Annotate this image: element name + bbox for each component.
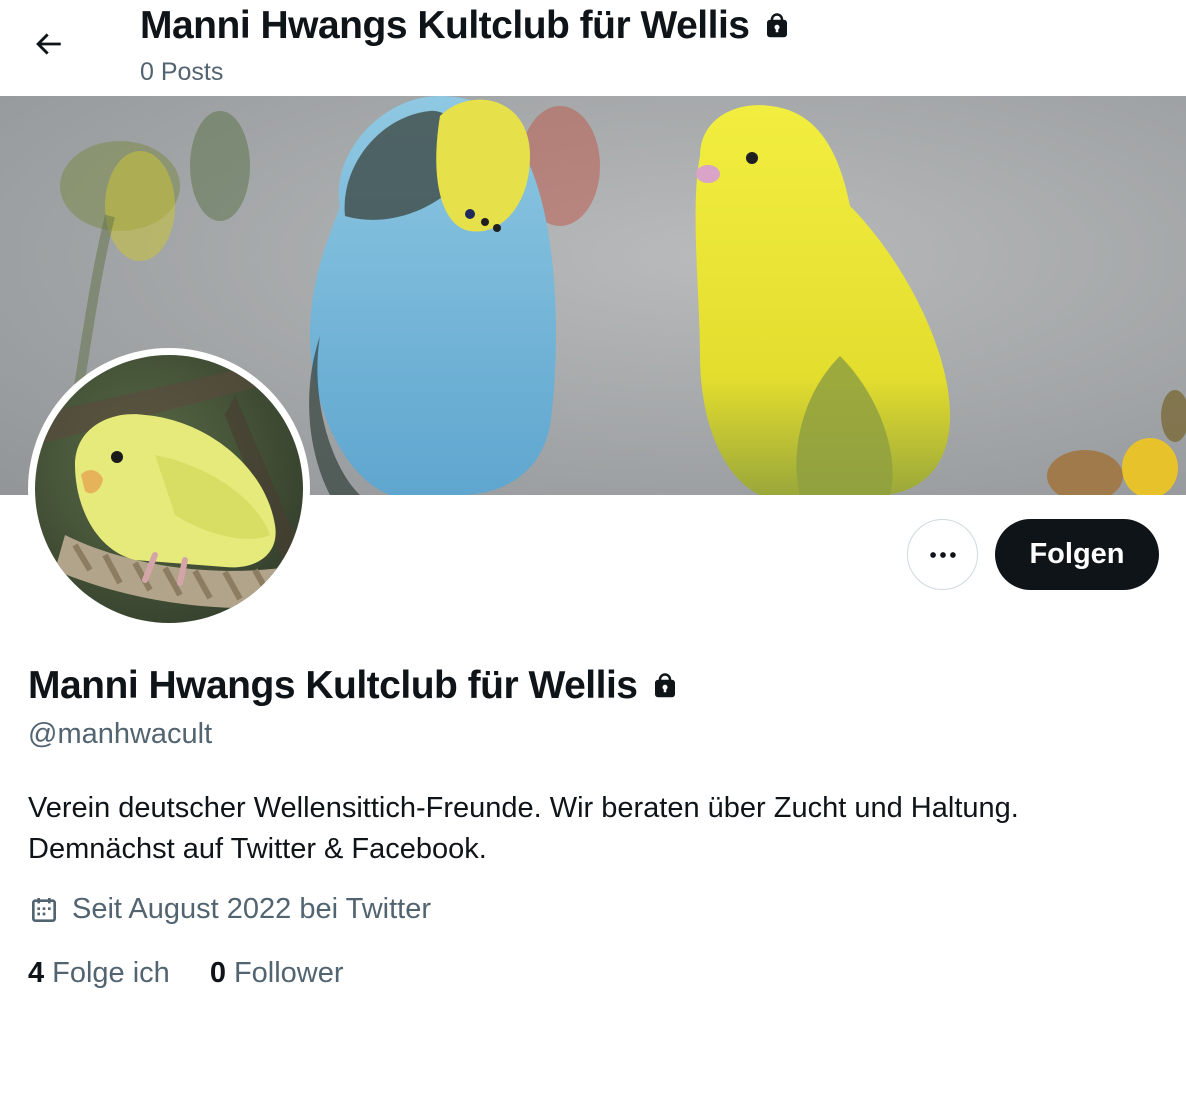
profile-bio: Verein deutscher Wellensittich-Freunde. … <box>28 788 1158 870</box>
header-title-text: Manni Hwangs Kultclub für Wellis <box>140 4 750 47</box>
lock-icon <box>766 13 787 38</box>
calendar-icon <box>32 897 56 922</box>
display-name-text: Manni Hwangs Kultclub für Wellis <box>28 664 638 707</box>
following-link[interactable]: 4 Folge ich <box>28 957 170 990</box>
display-name: Manni Hwangs Kultclub für Wellis <box>28 664 680 708</box>
follow-stats: 4 Folge ich 0 Follower <box>28 957 344 990</box>
followers-label: Follower <box>233 957 344 989</box>
avatar-image <box>35 355 303 623</box>
back-button[interactable] <box>20 16 76 72</box>
join-date-text: Seit August 2022 bei Twitter <box>72 893 431 925</box>
lock-icon <box>654 673 675 698</box>
followers-link[interactable]: 0 Follower <box>210 957 344 990</box>
join-date: Seit August 2022 bei Twitter <box>28 893 431 926</box>
user-handle: @manhwacult <box>28 718 213 750</box>
following-count: 4 <box>28 957 45 989</box>
avatar[interactable] <box>28 348 310 630</box>
post-count: 0 Posts <box>140 58 224 86</box>
header-title: Manni Hwangs Kultclub für Wellis <box>140 4 792 48</box>
bio-line: Demnächst auf Twitter & Facebook. <box>28 833 487 865</box>
follow-button[interactable]: Folgen <box>995 519 1159 590</box>
arrow-left-icon <box>36 33 61 55</box>
more-options-button[interactable] <box>907 519 978 590</box>
following-label: Folge ich <box>52 957 170 989</box>
followers-count: 0 <box>209 957 226 989</box>
profile-page: Manni Hwangs Kultclub für Wellis 0 Posts <box>0 0 1186 1118</box>
top-bar: Manni Hwangs Kultclub für Wellis 0 Posts <box>0 0 1186 96</box>
more-dots-icon <box>929 551 956 558</box>
bio-line: Verein deutscher Wellensittich-Freunde. … <box>28 792 1019 824</box>
